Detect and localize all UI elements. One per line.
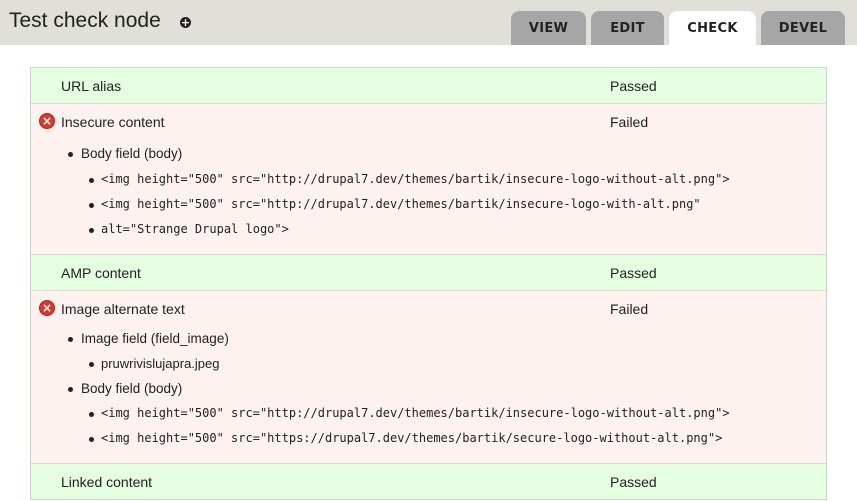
error-icon: ×: [39, 113, 55, 129]
check-status: Passed: [610, 474, 657, 490]
page-title: Test check node: [9, 9, 161, 32]
error-icon: ×: [39, 300, 55, 316]
check-label: Linked content: [61, 474, 153, 490]
check-row-insecure-content: × Insecure content Failed Body field (bo…: [31, 103, 826, 254]
field-item: Body field (body): [31, 376, 826, 401]
check-row-amp-content: AMP content Passed: [31, 254, 826, 290]
field-item: Body field (body): [31, 141, 826, 166]
offending-markup: <img height="500" src="http://drupal7.de…: [31, 192, 826, 217]
check-label: Insecure content: [61, 114, 165, 130]
check-details: Body field (body) <img height="500" src=…: [31, 139, 826, 254]
check-label: URL alias: [61, 78, 122, 94]
check-status: Failed: [610, 114, 649, 130]
check-row-image-alt-text: × Image alternate text Failed Image fiel…: [31, 290, 826, 463]
offending-markup: <img height="500" src="https://drupal7.d…: [31, 426, 826, 451]
check-status: Failed: [610, 301, 649, 317]
plus-circle-icon[interactable]: +: [180, 17, 191, 28]
check-row-linked-content: Linked content Passed: [31, 463, 826, 500]
offending-markup-continuation: alt="Strange Drupal logo">: [31, 217, 826, 242]
page-header: Test check node + VIEW EDIT CHECK DEVEL: [0, 0, 857, 45]
offending-file: pruwrivislujapra.jpeg: [31, 351, 826, 376]
check-report-table: URL alias Passed × Insecure content Fail…: [30, 67, 827, 500]
check-status: Passed: [610, 78, 657, 94]
field-item: Image field (field_image): [31, 326, 826, 351]
check-row-url-alias: URL alias Passed: [31, 67, 826, 103]
tab-check[interactable]: CHECK: [669, 11, 756, 45]
check-label: Image alternate text: [61, 301, 185, 317]
offending-markup: <img height="500" src="http://drupal7.de…: [31, 401, 826, 426]
check-label: AMP content: [61, 265, 141, 281]
offending-markup: <img height="500" src="http://drupal7.de…: [31, 167, 826, 192]
tab-edit[interactable]: EDIT: [591, 11, 664, 45]
check-status: Passed: [610, 265, 657, 281]
check-details: Image field (field_image) pruwrivislujap…: [31, 326, 826, 463]
tab-devel[interactable]: DEVEL: [761, 11, 845, 45]
tab-view[interactable]: VIEW: [511, 11, 586, 45]
